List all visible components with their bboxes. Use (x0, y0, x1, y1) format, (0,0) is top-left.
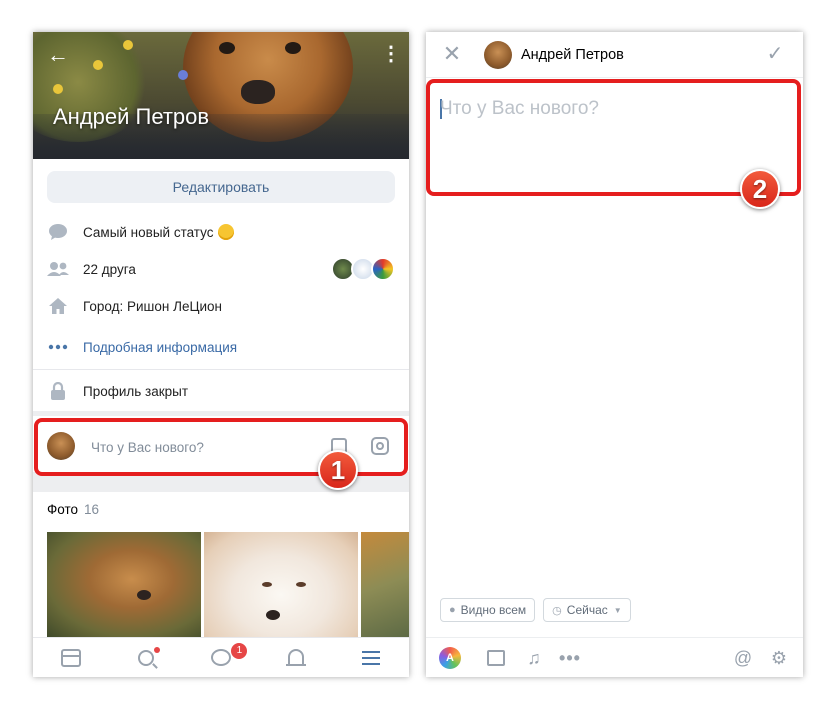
more-attachments-button[interactable]: ••• (558, 646, 582, 670)
profile-name: Андрей Петров (53, 104, 210, 129)
more-vertical-icon[interactable]: ⋮ (381, 44, 401, 68)
photos-count: 16 (84, 502, 100, 517)
avatar (47, 432, 75, 460)
divider (33, 369, 409, 370)
friends-count: 22 друга (83, 261, 136, 277)
private-profile-text: Профиль закрыт (83, 383, 189, 399)
city-text: Город: Ришон ЛеЦион (83, 298, 222, 314)
more-horizontal-icon (47, 336, 69, 358)
mention-button[interactable]: @ (731, 646, 755, 670)
post-editor-screen: ✕ Андрей Петров ✓ Что у Вас нового? ● Ви… (426, 32, 803, 677)
visibility-label: Видно всем (460, 603, 527, 617)
author-name: Андрей Петров (521, 47, 624, 63)
tab-notifications[interactable] (259, 638, 334, 677)
status-row[interactable]: Самый новый статус (47, 220, 395, 244)
profile-screen: ← ⋮ Андрей Петров Редактировать Самый но… (33, 32, 409, 677)
chevron-down-icon: ▼ (613, 605, 622, 615)
details-row[interactable]: Подробная информация (47, 335, 395, 359)
attach-music-button[interactable]: ♫ (522, 646, 546, 670)
photo-thumbnail-fox[interactable] (204, 532, 358, 637)
speech-bubble-icon (47, 221, 69, 243)
post-text-placeholder[interactable]: Что у Вас нового? (440, 98, 599, 120)
tab-menu[interactable] (334, 638, 409, 677)
publish-check-icon[interactable]: ✓ (763, 42, 787, 66)
messages-badge: 1 (231, 643, 248, 659)
bottom-tab-bar: 1 (33, 637, 409, 677)
tab-messages[interactable]: 1 (183, 638, 258, 677)
visibility-button[interactable]: ● Видно всем (440, 598, 536, 622)
music-note-icon: ♫ (527, 647, 541, 668)
photos-section: Фото 16 (33, 492, 409, 637)
new-indicator-dot (154, 647, 161, 653)
messages-icon (211, 649, 231, 666)
annotation-step-2: 2 (740, 169, 780, 209)
post-text-area[interactable]: Что у Вас нового? (426, 79, 803, 599)
photos-title[interactable]: Фото 16 (47, 502, 99, 517)
publish-time-label: Сейчас (566, 603, 608, 617)
photo-thumbnail-dog[interactable] (47, 532, 201, 637)
news-icon (60, 648, 81, 667)
private-profile-row: Профиль закрыт (47, 379, 395, 403)
smile-emoji-icon (217, 224, 234, 240)
publish-time-button[interactable]: ◷ Сейчас ▼ (543, 598, 631, 622)
more-horizontal-icon: ••• (559, 647, 581, 668)
edit-profile-button[interactable]: Редактировать (47, 171, 395, 203)
new-post-placeholder[interactable]: Что у Вас нового? (91, 440, 204, 455)
menu-icon (362, 650, 381, 665)
tab-news[interactable] (33, 638, 108, 677)
settings-button[interactable]: ⚙ (767, 646, 791, 670)
lock-icon (47, 380, 69, 402)
annotation-step-1: 1 (318, 450, 358, 490)
profile-cover: ← ⋮ Андрей Петров (33, 32, 409, 159)
photo-icon (487, 650, 505, 666)
avatar (484, 41, 512, 69)
photo-thumbnail-partial[interactable] (361, 532, 409, 637)
attach-photo-button[interactable] (484, 646, 508, 670)
post-options: ● Видно всем ◷ Сейчас ▼ (440, 598, 631, 622)
friends-row[interactable]: 22 друга (47, 257, 395, 281)
home-icon (47, 295, 69, 317)
text-style-icon: A (439, 647, 461, 669)
gear-icon: ⚙ (770, 647, 788, 668)
editor-top-bar: ✕ Андрей Петров ✓ (426, 32, 803, 78)
friends-icon (47, 258, 69, 280)
close-icon[interactable]: ✕ (440, 42, 464, 66)
back-arrow-icon[interactable]: ← (47, 44, 71, 68)
friend-avatar[interactable] (371, 257, 395, 281)
person-icon: ● (449, 604, 456, 616)
attachment-toolbar: A ♫ ••• @ ⚙ (426, 637, 803, 677)
status-text: Самый новый статус (83, 224, 234, 240)
instagram-icon[interactable] (371, 437, 389, 455)
city-row: Город: Ришон ЛеЦион (47, 294, 395, 318)
tab-search[interactable] (108, 638, 183, 677)
clock-icon: ◷ (552, 604, 562, 617)
friend-avatars[interactable] (331, 257, 395, 281)
notifications-icon (286, 649, 307, 666)
search-icon (137, 649, 154, 666)
text-style-button[interactable]: A (438, 646, 462, 670)
profile-info-card: Редактировать Самый новый статус 22 друг… (33, 159, 409, 411)
details-link[interactable]: Подробная информация (83, 340, 237, 355)
at-sign-icon: @ (733, 647, 753, 668)
